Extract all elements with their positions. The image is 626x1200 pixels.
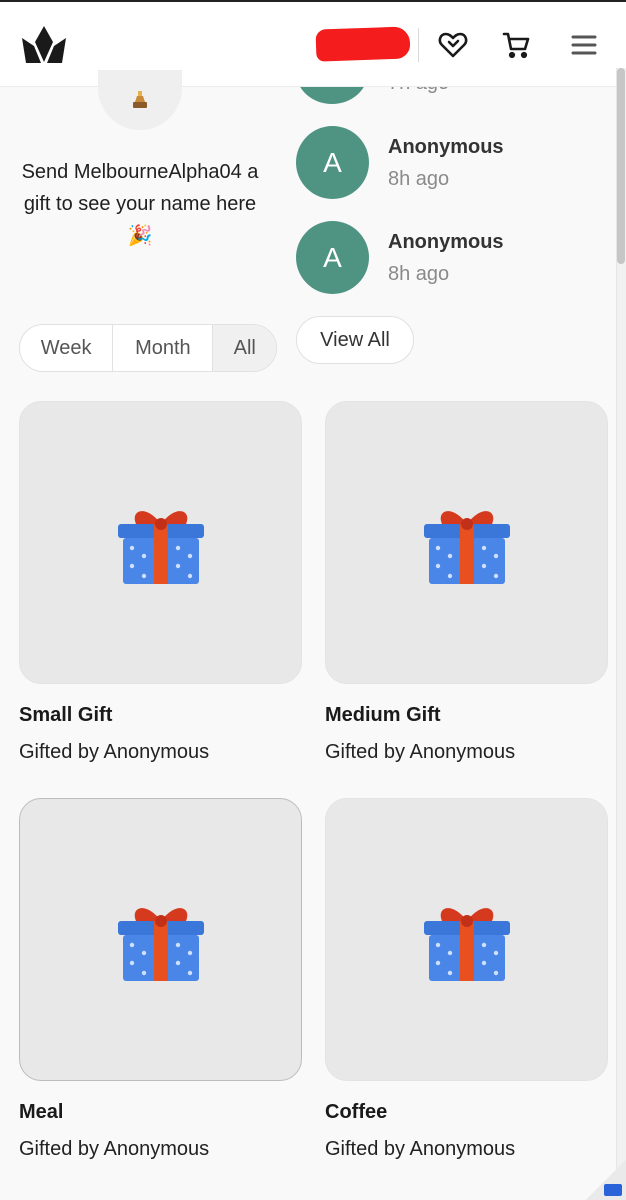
gift-title: Small Gift [19,704,113,726]
gift-icon [423,510,510,584]
tab-month[interactable]: Month [113,325,214,371]
tab-all[interactable]: All [213,325,276,371]
gift-subtitle: Gifted by Anonymous [325,1138,516,1160]
gift-title: Coffee [325,1101,388,1123]
gift-card[interactable]: Coffee Gifted by Anonymous [325,798,608,1161]
gift-subtitle: Gifted by Anonymous [19,1138,210,1160]
gift-subtitle: Gifted by Anonymous [325,741,516,763]
gift-image[interactable] [325,401,608,684]
trophy-placeholder [98,70,182,130]
trophy-icon [133,91,147,108]
gift-icon [423,907,510,981]
time-filter-tabs: Week Month All [19,324,277,372]
view-all-button[interactable]: View All [296,316,414,364]
supporter-time: 8h ago [388,168,450,190]
redacted-username [315,26,411,62]
avatar: A [296,126,369,199]
supporter-name: Anonymous [388,136,504,158]
header-divider [418,28,419,62]
supporter-item[interactable]: A Anonymous 8h ago [296,126,596,200]
top-navigation-bar [0,0,626,87]
crown-logo-icon[interactable] [20,24,68,66]
gift-image[interactable] [19,401,302,684]
menu-icon[interactable] [567,28,601,62]
gift-image[interactable] [19,798,302,1081]
gift-icon [117,510,204,584]
avatar: A [296,221,369,294]
gift-image[interactable] [325,798,608,1081]
supporter-time: 8h ago [388,263,450,285]
heart-hand-icon[interactable] [436,28,470,62]
supporter-item[interactable]: A Anonymous 8h ago [296,221,596,295]
cart-icon[interactable] [499,28,533,62]
corner-badge-icon [604,1184,622,1196]
supporter-name: Anonymous [388,231,504,253]
gift-title: Meal [19,1101,64,1123]
gift-subtitle: Gifted by Anonymous [19,741,210,763]
gift-title: Medium Gift [325,704,441,726]
gift-icon [117,907,204,981]
gift-card[interactable]: Meal Gifted by Anonymous [19,798,302,1161]
gift-card[interactable]: Medium Gift Gifted by Anonymous [325,401,608,764]
tab-week[interactable]: Week [20,325,114,371]
send-gift-message: Send MelbourneAlpha04 a gift to see your… [21,161,259,247]
gift-card[interactable]: Small Gift Gifted by Anonymous [19,401,302,764]
scrollbar-thumb[interactable] [617,68,625,264]
